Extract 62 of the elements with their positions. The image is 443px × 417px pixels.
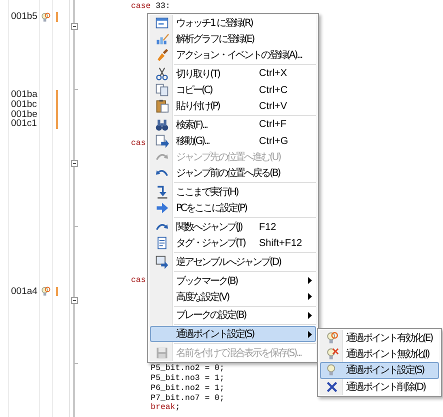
address-label: 001b5 — [11, 12, 38, 22]
menu-item[interactable]: 通過ポイント有効化(E) — [320, 330, 439, 346]
menu-item[interactable]: ジャンプ前の位置へ戻る(B) — [150, 165, 316, 182]
submenu-arrow-icon — [308, 277, 312, 284]
menu-item[interactable]: 関数へジャンプ(J) F12 — [150, 218, 316, 236]
menu-item[interactable]: 切り取り(T) Ctrl+X — [150, 66, 316, 82]
paste-icon — [155, 99, 169, 114]
step-arrow-icon — [155, 185, 169, 200]
binoculars-icon — [155, 118, 169, 132]
collapse-icon[interactable] — [71, 297, 78, 304]
menu-item[interactable]: 通過ポイント無効化(I) — [320, 346, 439, 362]
menu-item[interactable]: ブレークの設定(B) — [150, 307, 316, 324]
code-line: P6_bit.no2 = 1; — [150, 384, 224, 394]
code-line: cas — [131, 138, 146, 149]
submenu-arrow-icon — [308, 330, 312, 338]
menu-item[interactable]: 移動(G)... Ctrl+G — [150, 133, 316, 150]
copy-icon — [155, 83, 169, 98]
chart-icon — [155, 32, 169, 46]
menu-item[interactable]: 通過ポイント削除(D) — [320, 378, 439, 395]
code-line: P5_bit.no3 = 1; — [150, 374, 224, 384]
menu-item[interactable]: PCをここに設定(P) — [150, 200, 316, 216]
fold-end-tick — [74, 88, 78, 90]
menu-item[interactable]: 貼り付け(P) Ctrl+V — [150, 98, 316, 114]
menu-item[interactable]: アクション・イベントの登録(A)... — [150, 47, 316, 64]
collapse-icon[interactable] — [71, 22, 78, 30]
scissors-icon — [155, 66, 169, 81]
brush-icon — [155, 48, 169, 62]
fold-end-tick — [74, 226, 78, 228]
menu-item[interactable]: ウォッチ1 に登録(R) — [150, 14, 316, 31]
menu-item[interactable]: 通過ポイント設定(S) — [150, 326, 316, 342]
address-label: 001ba — [11, 90, 38, 100]
menu-item[interactable]: 逆アセンブルへジャンプ(D) — [150, 254, 316, 270]
menu-item[interactable]: ブックマーク(B) — [150, 272, 316, 289]
code-line: case 33: — [131, 2, 170, 12]
address-label: 001c1 — [11, 119, 38, 130]
submenu-arrow-icon — [308, 293, 312, 300]
menu-item[interactable]: 検索(F)... Ctrl+F — [150, 116, 316, 133]
bulb-icon — [325, 331, 339, 346]
save-icon — [155, 346, 169, 360]
arrow-icon — [155, 201, 169, 216]
code-line: P7_bit.no7 = 0; — [150, 394, 224, 403]
address-label: 001bc — [11, 100, 38, 110]
submenu-arrow-icon — [308, 312, 312, 319]
window-icon — [155, 16, 169, 30]
menu-item[interactable]: タグ・ジャンプ(T) Shift+F12 — [150, 235, 316, 252]
menu-item[interactable]: 高度な設定(V) — [150, 288, 316, 305]
code-line: P5_bit.no2 = 0; — [150, 364, 224, 374]
page-arrow-icon — [155, 134, 169, 148]
menu-item[interactable]: コピー(C) Ctrl+C — [150, 82, 316, 98]
menu-item[interactable]: ここまで実行(H) — [150, 184, 316, 200]
window-arrow-icon — [155, 254, 169, 269]
bulb-icon — [325, 347, 339, 362]
code-line: cas — [131, 276, 146, 286]
collapse-icon[interactable] — [71, 160, 78, 167]
fold-end-tick — [74, 363, 78, 364]
document-icon — [155, 236, 169, 250]
code-line: break; — [150, 403, 180, 414]
menu-item[interactable]: 通過ポイント設定(S) — [320, 362, 439, 379]
address-label: 001a4 — [11, 286, 38, 296]
menu-item[interactable]: 解析グラフに登録(E) — [150, 30, 316, 48]
address-label: 001be — [11, 110, 38, 120]
delete-icon — [325, 380, 339, 394]
